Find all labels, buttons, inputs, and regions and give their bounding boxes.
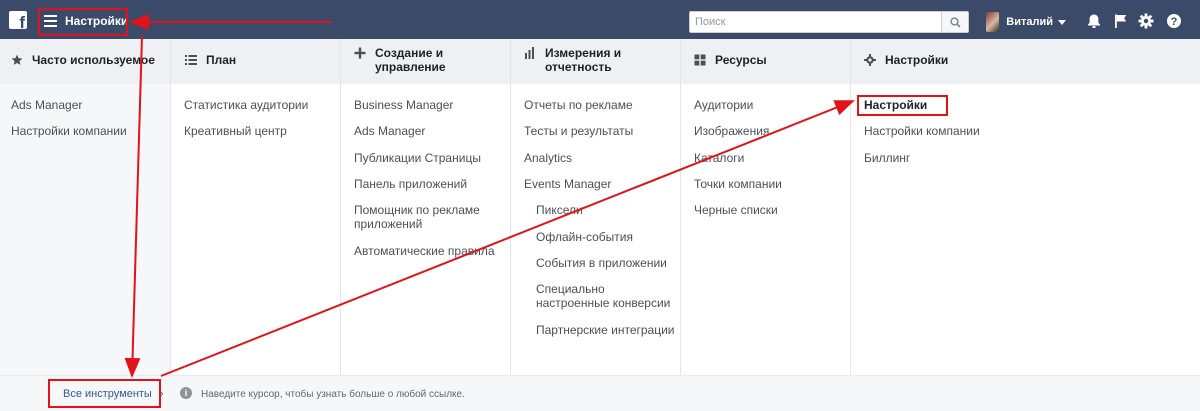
menu-sublink[interactable]: Специально настроенные конверсии — [536, 282, 671, 310]
menu-link[interactable]: Ads Manager — [354, 124, 425, 138]
menu-sublink[interactable]: Пиксели — [536, 203, 583, 217]
column-divider — [170, 39, 171, 375]
menu-link[interactable]: Изображения — [694, 124, 769, 138]
menu-link[interactable]: Точки компании — [694, 177, 782, 191]
flag-icon[interactable] — [1113, 13, 1129, 29]
gear-icon[interactable] — [1138, 13, 1154, 29]
column-header-plan: План — [185, 53, 236, 67]
menu-link[interactable]: Настройки компании — [11, 124, 127, 138]
gear-icon — [864, 54, 876, 66]
search-icon — [949, 16, 961, 28]
notifications-bell-icon[interactable] — [1086, 13, 1102, 29]
column-header-frequent: Часто используемое — [11, 53, 169, 67]
column-divider — [510, 39, 511, 375]
column-header-resources: Ресурсы — [694, 53, 767, 67]
annotation-box-settings — [857, 95, 948, 116]
column-divider — [680, 39, 681, 375]
column-divider — [850, 39, 851, 375]
menu-link[interactable]: Ads Manager — [11, 98, 82, 112]
column-title: Часто используемое — [32, 53, 155, 67]
menu-link[interactable]: Панель приложений — [354, 177, 467, 191]
search-button[interactable] — [941, 12, 968, 32]
menu-sublink[interactable]: События в приложении — [536, 256, 667, 270]
menu-link[interactable]: Черные списки — [694, 203, 778, 217]
avatar — [986, 12, 1000, 32]
menu-link[interactable]: Аудитории — [694, 98, 753, 112]
user-menu[interactable]: Виталий — [986, 11, 1066, 33]
menu-sublink[interactable]: Офлайн-события — [536, 230, 633, 244]
menu-link[interactable]: Статистика аудитории — [184, 98, 308, 112]
menu-link[interactable]: Каталоги — [694, 151, 744, 165]
grid-icon — [694, 54, 706, 66]
plus-icon — [354, 47, 366, 59]
menu-link[interactable]: Тесты и результаты — [524, 124, 633, 138]
menu-link[interactable]: Отчеты по рекламе — [524, 98, 633, 112]
search-box — [689, 11, 969, 33]
column-header-measure: Измерения и отчетность — [524, 46, 664, 74]
search-input[interactable] — [690, 12, 938, 32]
chevron-down-icon — [1058, 19, 1066, 25]
facebook-logo-icon[interactable]: f — [9, 11, 27, 32]
svg-text:?: ? — [1171, 16, 1178, 28]
menu-link[interactable]: Публикации Страницы — [354, 151, 481, 165]
column-header-settings: Настройки — [864, 53, 948, 67]
star-icon — [11, 54, 23, 65]
column-title: Измерения и отчетность — [545, 46, 622, 74]
column-title: Создание и управление — [375, 46, 446, 74]
column-title: Настройки — [885, 53, 949, 67]
menu-link[interactable]: Настройки компании — [864, 124, 980, 138]
menu-sublink[interactable]: Партнерские интеграции — [536, 323, 675, 337]
annotation-box-all-tools — [48, 379, 161, 408]
menu-link[interactable]: Креативный центр — [184, 124, 287, 138]
help-icon[interactable]: ? — [1166, 13, 1182, 29]
info-icon: i — [180, 387, 192, 399]
menu-link[interactable]: Автоматические правила — [354, 244, 495, 258]
user-name: Виталий — [1006, 16, 1053, 28]
arrow-all-tools-to-settings — [160, 100, 855, 377]
menu-link[interactable]: Помощник по рекламе приложений — [354, 203, 494, 231]
column-title: Ресурсы — [715, 53, 767, 67]
menu-link[interactable]: Биллинг — [864, 151, 910, 165]
top-bar: f Настройки Виталий — [0, 0, 1200, 39]
column-title: План — [206, 53, 237, 67]
facebook-logo-letter: f — [19, 13, 25, 32]
column-header-create: Создание и управление — [354, 46, 494, 74]
menu-link[interactable]: Business Manager — [354, 98, 453, 112]
bar-chart-icon — [525, 47, 534, 59]
annotation-box-menu — [38, 8, 128, 36]
footer-hint: Наведите курсор, чтобы узнать больше о л… — [201, 389, 465, 400]
menu-link[interactable]: Analytics — [524, 151, 572, 165]
menu-link[interactable]: Events Manager — [524, 177, 611, 191]
list-icon — [185, 55, 197, 65]
column-divider — [340, 39, 341, 375]
